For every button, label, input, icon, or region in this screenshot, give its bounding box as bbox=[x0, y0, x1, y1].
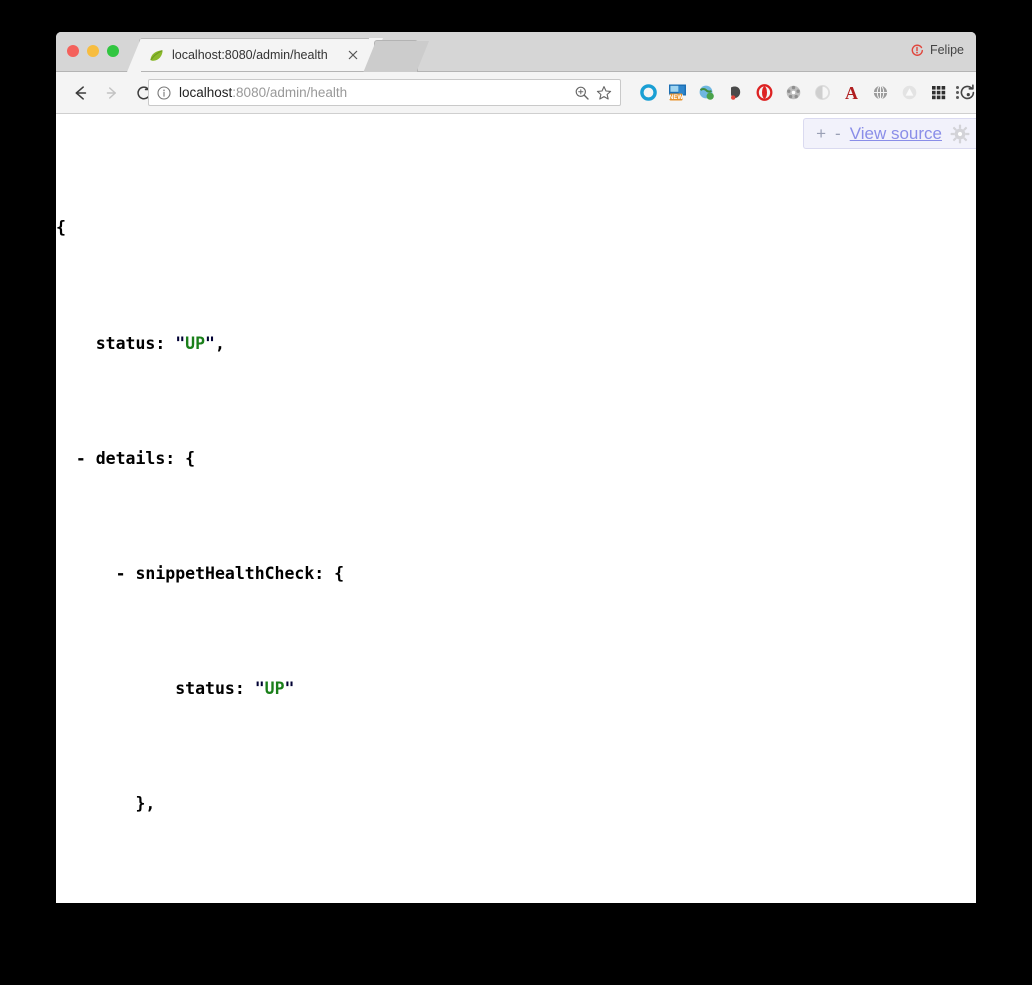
json-quote: " bbox=[205, 333, 215, 353]
drive-triangle-icon[interactable] bbox=[900, 83, 919, 102]
spring-leaf-icon bbox=[148, 47, 165, 64]
json-viewer-controls: + - View source bbox=[803, 118, 976, 149]
profile-name-label: Felipe bbox=[929, 43, 964, 57]
json-line-snippethealthcheck: - snippetHealthCheck: { bbox=[56, 560, 414, 589]
close-tab-icon[interactable] bbox=[346, 48, 360, 62]
back-button[interactable] bbox=[68, 81, 92, 105]
json-quote: " bbox=[254, 679, 265, 699]
json-key: details: { bbox=[95, 448, 196, 468]
apps-grid-icon[interactable] bbox=[929, 83, 948, 102]
tab-title: localhost:8080/admin/health bbox=[172, 48, 328, 62]
svg-text:A: A bbox=[845, 83, 858, 102]
url-text[interactable]: localhost:8080/admin/health bbox=[179, 85, 574, 100]
json-line-details: - details: { bbox=[56, 445, 414, 474]
expand-all-button[interactable]: + bbox=[816, 125, 826, 142]
globe-green-icon[interactable] bbox=[697, 83, 716, 102]
json-line-snippet-status: status: "UP" bbox=[56, 675, 414, 704]
json-string-value: UP bbox=[185, 333, 206, 353]
letter-a-red-icon[interactable]: A bbox=[842, 83, 861, 102]
json-brace: }, bbox=[135, 794, 156, 814]
blue-ring-icon[interactable] bbox=[639, 83, 658, 102]
browser-toolbar: localhost:8080/admin/health NEW A bbox=[56, 72, 976, 114]
json-brace: { bbox=[56, 218, 66, 238]
title-bar: localhost:8080/admin/health Felipe bbox=[56, 32, 976, 73]
zoom-in-icon[interactable] bbox=[574, 85, 590, 101]
menu-dot bbox=[955, 95, 959, 99]
browser-tab-active[interactable]: localhost:8080/admin/health bbox=[139, 38, 371, 71]
bookmark-star-icon[interactable] bbox=[596, 85, 612, 101]
json-line-close: }, bbox=[56, 790, 414, 819]
minimize-window-button[interactable] bbox=[87, 45, 99, 57]
json-key: snippetHealthCheck: { bbox=[135, 563, 345, 583]
profile-area[interactable]: Felipe bbox=[910, 43, 964, 57]
forward-button[interactable] bbox=[100, 81, 124, 105]
json-quote: " bbox=[175, 333, 186, 353]
globe-gray-icon[interactable] bbox=[871, 83, 890, 102]
half-circle-gray-icon[interactable] bbox=[813, 83, 832, 102]
window-controls bbox=[67, 45, 119, 57]
close-window-button[interactable] bbox=[67, 45, 79, 57]
new-badge-icon[interactable]: NEW bbox=[668, 83, 687, 102]
json-tree-viewer: { status: "UP", - details: { - snippetHe… bbox=[56, 114, 414, 903]
json-quote: " bbox=[284, 679, 295, 699]
opera-red-icon[interactable] bbox=[755, 83, 774, 102]
url-host: localhost bbox=[179, 85, 233, 100]
json-string-value: UP bbox=[264, 679, 285, 699]
collapse-toggle-snippethealthcheck[interactable]: - bbox=[116, 564, 126, 583]
evernote-elephant-icon[interactable] bbox=[726, 83, 745, 102]
page-info-icon[interactable] bbox=[157, 85, 171, 100]
menu-dot bbox=[955, 90, 959, 94]
page-content: + - View source {status: "UP", - detail… bbox=[56, 114, 976, 903]
maximize-window-button[interactable] bbox=[107, 45, 119, 57]
film-reel-icon[interactable] bbox=[784, 83, 803, 102]
svg-text:NEW: NEW bbox=[669, 95, 683, 101]
json-line-status: status: "UP", bbox=[56, 330, 414, 359]
json-key: status: bbox=[175, 679, 255, 699]
json-line: { bbox=[56, 214, 414, 243]
url-path: :8080/admin/health bbox=[232, 85, 348, 100]
menu-dot bbox=[955, 85, 959, 89]
address-bar[interactable]: localhost:8080/admin/health bbox=[148, 79, 621, 106]
collapse-all-button[interactable]: - bbox=[835, 125, 841, 142]
json-comma: , bbox=[214, 333, 225, 353]
three-dots-menu-icon[interactable] bbox=[948, 83, 966, 101]
view-source-link[interactable]: View source bbox=[850, 124, 942, 144]
collapse-toggle-details[interactable]: - bbox=[76, 449, 86, 468]
new-tab-placeholder[interactable] bbox=[363, 40, 429, 73]
json-key: status: bbox=[95, 333, 176, 353]
browser-window: localhost:8080/admin/health Felipe local… bbox=[56, 32, 976, 903]
profile-avatar-icon bbox=[910, 43, 924, 57]
gear-icon[interactable] bbox=[950, 124, 970, 144]
extensions-toolbar: NEW A bbox=[634, 72, 976, 113]
